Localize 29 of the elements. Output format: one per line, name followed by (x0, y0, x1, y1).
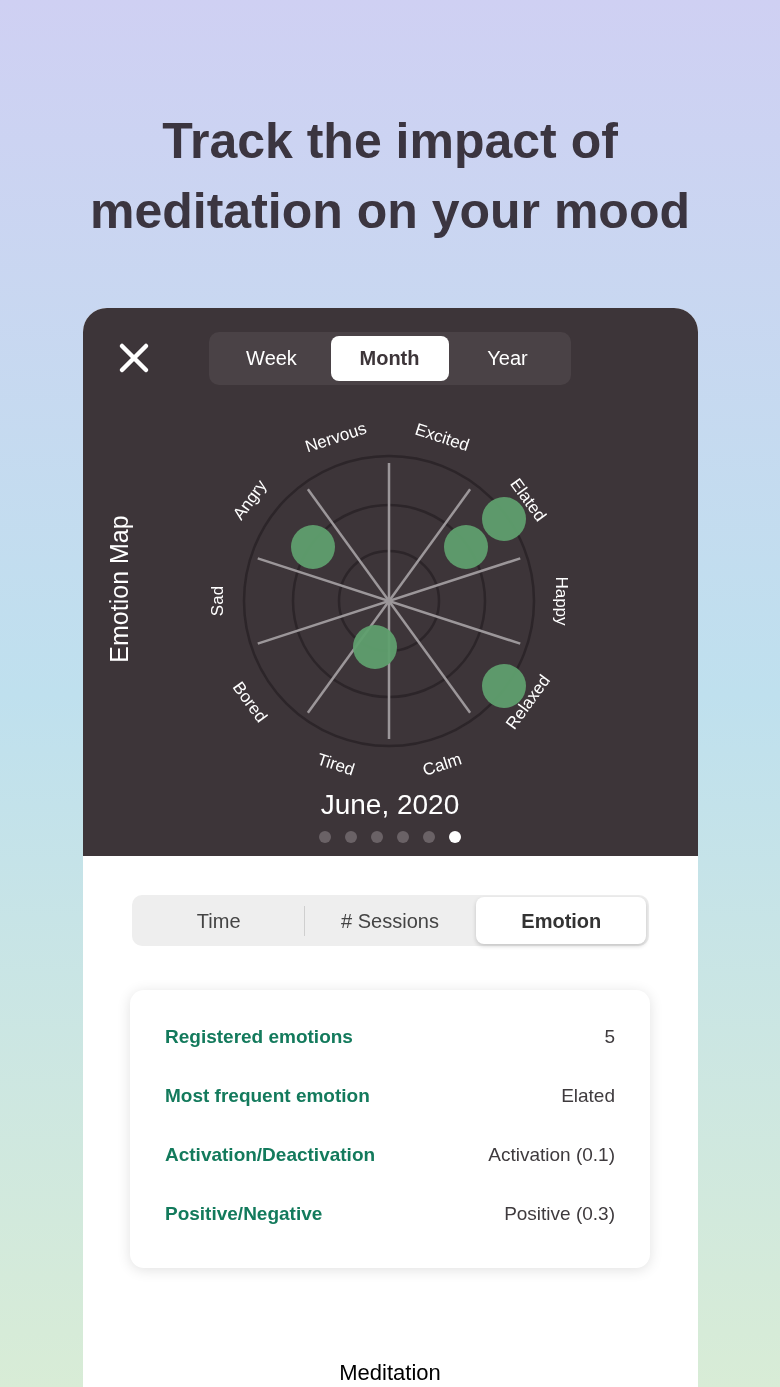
metric-tab[interactable]: Time (133, 897, 304, 944)
metric-tab[interactable]: Emotion (476, 897, 647, 944)
period-tab[interactable]: Month (330, 335, 449, 381)
stat-label: Registered emotions (165, 1025, 353, 1050)
close-icon[interactable] (117, 342, 150, 374)
emotion-dot (352, 625, 397, 669)
stat-value: Positive (0.3) (504, 1202, 615, 1227)
period-tab[interactable]: Year (448, 335, 567, 381)
emotion-label: Tired (314, 749, 357, 780)
emotion-label: Calm (419, 749, 464, 780)
emotion-label: Sad (207, 585, 226, 617)
period-tab[interactable]: Week (212, 335, 331, 381)
chart-title: Emotion Map (104, 515, 133, 663)
stat-value: Activation (0.1) (488, 1143, 615, 1168)
emotion-label: Nervous (302, 418, 369, 457)
section-title: Meditation (339, 1359, 441, 1387)
emotion-label: Happy (551, 576, 570, 626)
emotion-dot (443, 525, 488, 569)
stat-value: Elated (561, 1084, 615, 1109)
stat-value: 5 (604, 1025, 615, 1050)
metric-tab[interactable]: # Sessions (304, 897, 476, 944)
stat-label: Positive/Negative (165, 1202, 323, 1227)
headline-line: Track the impact of (162, 112, 618, 171)
headline-line: meditation on your mood (90, 182, 690, 241)
stat-label: Most frequent emotion (165, 1084, 370, 1109)
chart-date: June, 2020 (320, 788, 460, 822)
emotion-label: Excited (412, 419, 472, 456)
emotion-dot (290, 525, 335, 569)
stat-label: Activation/Deactivation (165, 1143, 376, 1168)
